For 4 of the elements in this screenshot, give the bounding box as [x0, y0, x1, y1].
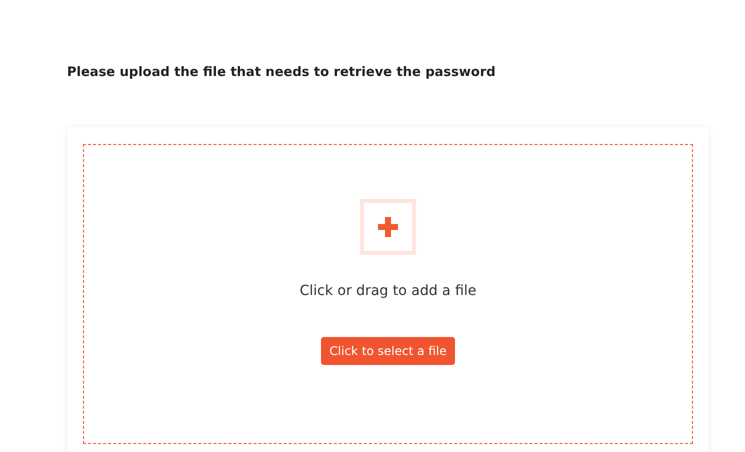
drop-zone[interactable]: Click or drag to add a file Click to select a file [83, 144, 693, 444]
drop-hint: Click or drag to add a file [300, 283, 476, 299]
page-heading: Please upload the file that needs to retrieve the password [67, 65, 497, 80]
add-file-icon [360, 199, 416, 255]
